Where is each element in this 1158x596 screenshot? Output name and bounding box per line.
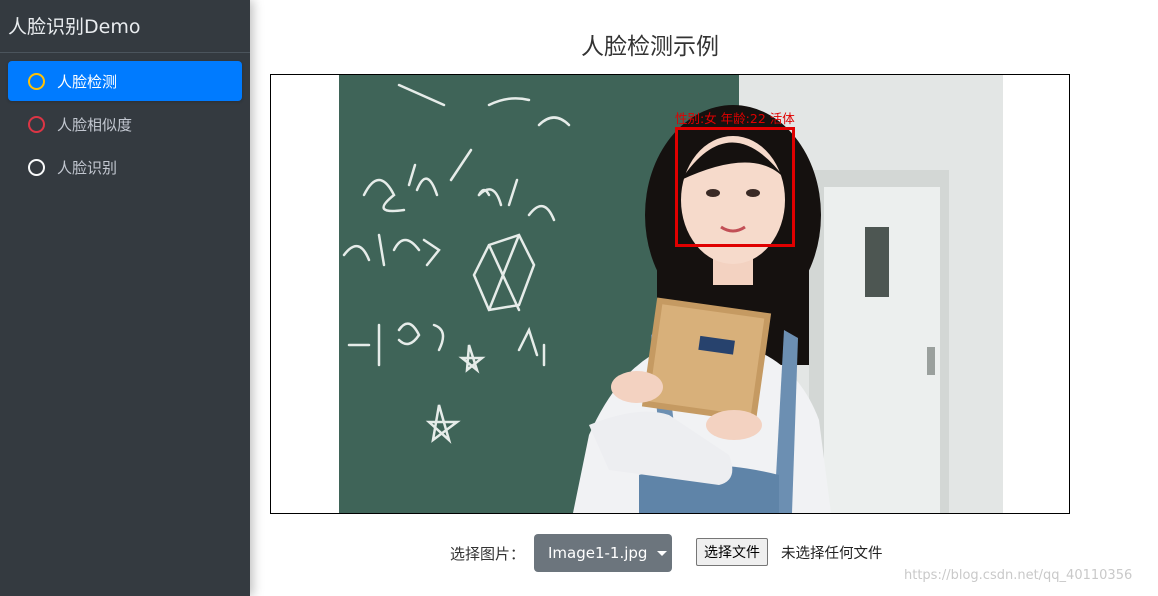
sidebar-item-face-recognition[interactable]: 人脸识别	[8, 147, 242, 187]
photo-illustration	[339, 75, 1003, 513]
sidebar-item-label: 人脸相似度	[57, 115, 133, 134]
circle-icon	[28, 158, 45, 176]
sidebar-nav: 人脸检测 人脸相似度 人脸识别	[0, 53, 250, 198]
circle-icon	[28, 115, 45, 133]
choose-file-button[interactable]: 选择文件	[696, 538, 768, 566]
detection-label: 性别:女 年龄:22 活体	[675, 111, 795, 126]
controls-bar: 选择图片： Image1-1.jpg 选择文件 未选择任何文件 https://…	[250, 534, 1132, 583]
selected-image-text: Image1-1.jpg	[548, 544, 648, 562]
face-bounding-box	[675, 127, 795, 247]
caret-down-icon	[657, 550, 668, 556]
app-root: 人脸识别Demo 人脸检测 人脸相似度 人脸识别 人脸检测示例 性别:女 年龄:…	[0, 0, 1158, 596]
page-title: 人脸检测示例	[581, 34, 719, 60]
brand-title[interactable]: 人脸识别Demo	[0, 0, 250, 53]
select-image-label: 选择图片：	[450, 545, 526, 563]
sidebar-item-label: 人脸检测	[57, 72, 118, 91]
sidebar: 人脸识别Demo 人脸检测 人脸相似度 人脸识别	[0, 0, 250, 596]
main-content: 人脸检测示例 性别:女 年龄:22 活体 选择图片： Image1-1.jpg …	[250, 0, 1158, 596]
file-status-text: 未选择任何文件	[781, 546, 883, 562]
circle-icon	[28, 72, 45, 90]
image-select-dropdown[interactable]: Image1-1.jpg	[534, 534, 672, 572]
detection-photo: 性别:女 年龄:22 活体	[339, 75, 1003, 513]
sidebar-item-label: 人脸识别	[57, 158, 118, 177]
sidebar-item-face-detection[interactable]: 人脸检测	[8, 61, 242, 101]
watermark: https://blog.csdn.net/qq_40110356	[904, 568, 1133, 583]
image-frame: 性别:女 年龄:22 活体	[270, 74, 1070, 514]
sidebar-item-face-similarity[interactable]: 人脸相似度	[8, 104, 242, 144]
